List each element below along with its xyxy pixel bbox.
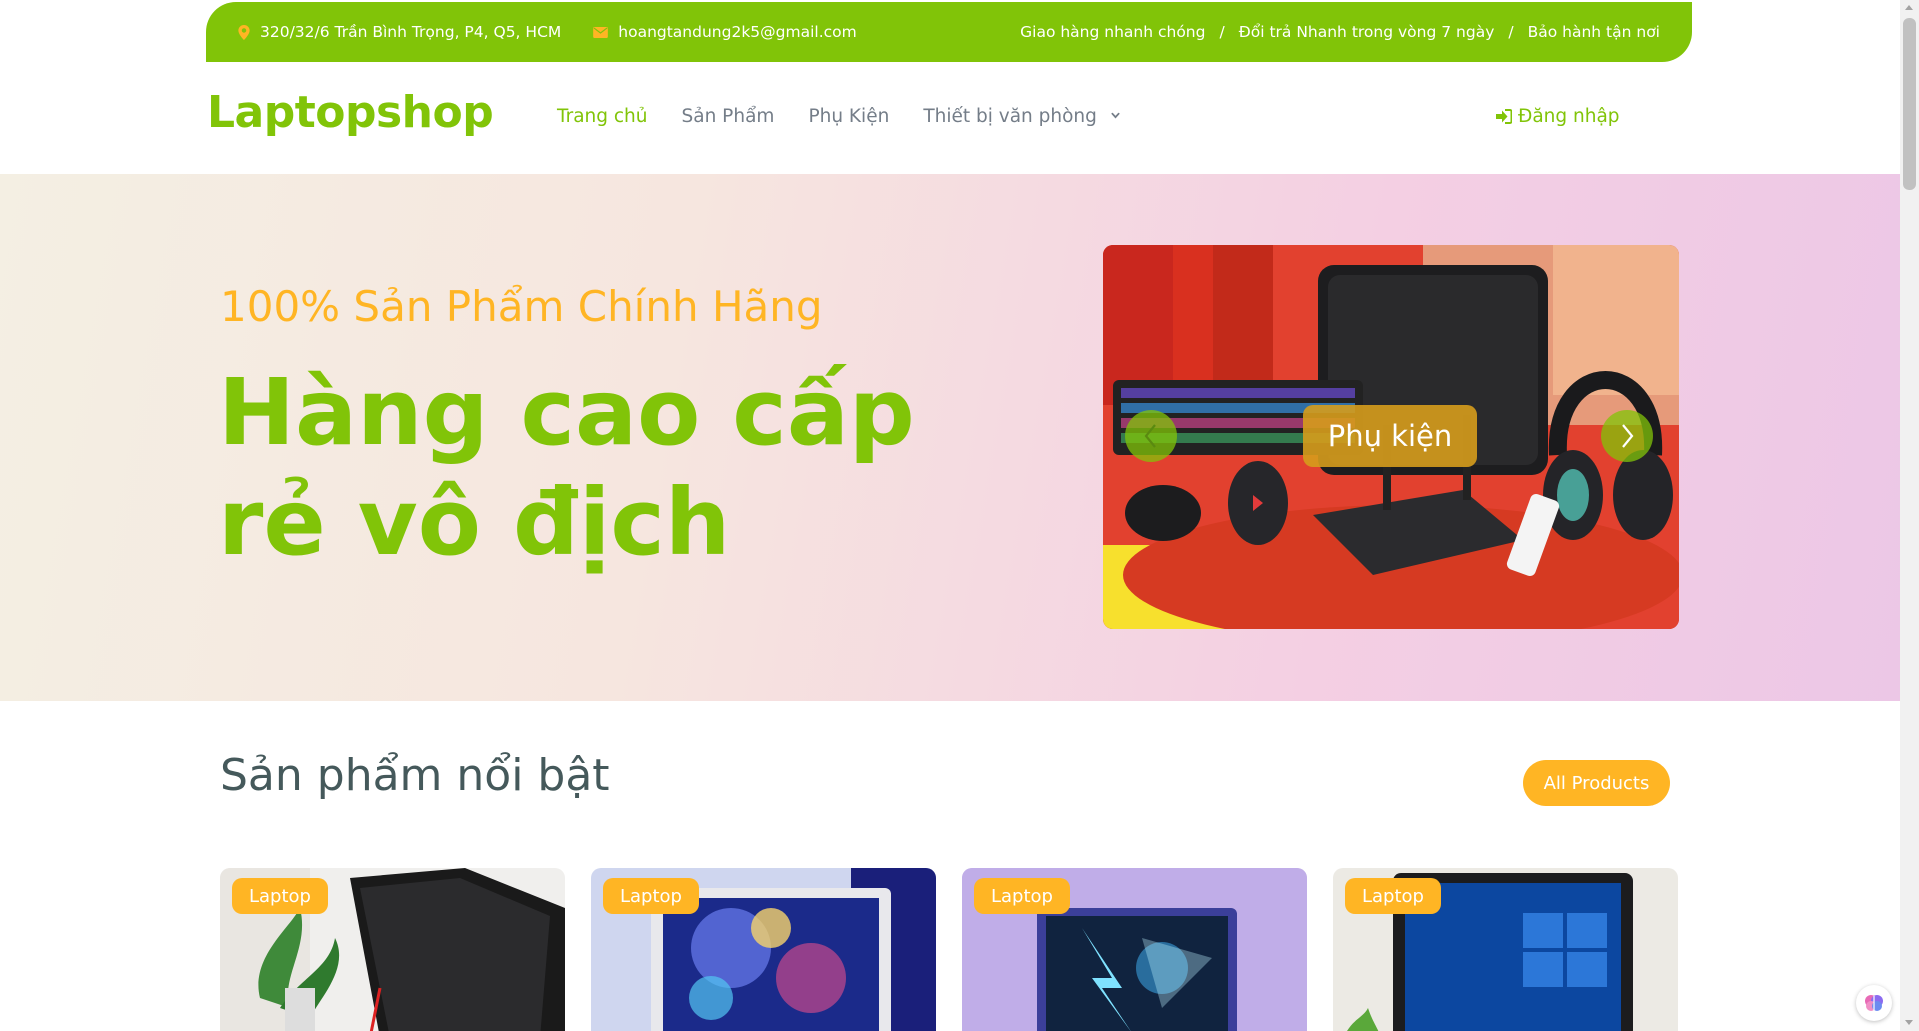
login-label: Đăng nhập	[1518, 106, 1620, 127]
address-text: 320/32/6 Trần Bình Trọng, P4, Q5, HCM	[260, 23, 562, 41]
featured-section-title: Sản phẩm nổi bật	[220, 750, 610, 801]
site-logo[interactable]: Laptopshop	[207, 87, 494, 138]
floating-assistant-button[interactable]	[1856, 985, 1892, 1021]
hero-carousel: Phụ kiện	[1103, 245, 1679, 629]
policy-separator: /	[1508, 23, 1514, 41]
email-link[interactable]: hoangtandung2k5@gmail.com	[618, 23, 856, 41]
page: 320/32/6 Trần Bình Trọng, P4, Q5, HCM ho…	[0, 0, 1919, 1031]
hero-title: Hàng cao cấp rẻ vô địch	[218, 358, 915, 578]
product-category-badge: Laptop	[1345, 878, 1441, 914]
login-link[interactable]: Đăng nhập	[1496, 106, 1620, 127]
contact-info: 320/32/6 Trần Bình Trọng, P4, Q5, HCM ho…	[238, 23, 857, 41]
carousel-slide-label[interactable]: Phụ kiện	[1303, 405, 1477, 467]
main-navbar: Laptopshop Trang chủ Sản Phẩm Phụ Kiện T…	[0, 62, 1900, 174]
nav-accessories[interactable]: Phụ Kiện	[808, 106, 889, 127]
policy-returns[interactable]: Đổi trả Nhanh trong vòng 7 ngày	[1239, 23, 1495, 41]
all-products-button[interactable]: All Products	[1523, 760, 1670, 806]
product-category-badge: Laptop	[232, 878, 328, 914]
sign-in-icon	[1496, 109, 1512, 124]
product-card[interactable]: Laptop	[1333, 868, 1678, 1031]
hero-banner: 100% Sản Phẩm Chính Hãng Hàng cao cấp rẻ…	[0, 174, 1900, 701]
product-card[interactable]: Laptop	[591, 868, 936, 1031]
product-category-badge: Laptop	[603, 878, 699, 914]
scroll-up-arrow-icon[interactable]	[1905, 5, 1913, 10]
product-card[interactable]: Laptop	[220, 868, 565, 1031]
scroll-down-arrow-icon[interactable]	[1905, 1020, 1913, 1025]
chevron-left-icon	[1144, 424, 1156, 448]
policy-separator: /	[1219, 23, 1225, 41]
nav-office-dropdown[interactable]: Thiết bị văn phòng	[923, 106, 1120, 127]
map-pin-icon	[238, 24, 250, 40]
product-card[interactable]: Laptop	[962, 868, 1307, 1031]
nav-menu: Trang chủ Sản Phẩm Phụ Kiện Thiết bị văn…	[557, 106, 1120, 127]
carousel-next-button[interactable]	[1601, 410, 1653, 462]
nav-office-label: Thiết bị văn phòng	[923, 106, 1097, 127]
page-scrollbar[interactable]	[1900, 0, 1919, 1031]
envelope-icon	[593, 26, 609, 38]
brain-icon	[1865, 995, 1883, 1011]
chevron-right-icon	[1622, 424, 1634, 448]
hero-title-line-2: rẻ vô địch	[218, 469, 731, 576]
chevron-down-icon	[1111, 112, 1120, 119]
hero-subtitle: 100% Sản Phẩm Chính Hãng	[220, 282, 823, 331]
carousel-prev-button[interactable]	[1125, 410, 1177, 462]
top-info-bar: 320/32/6 Trần Bình Trọng, P4, Q5, HCM ho…	[206, 2, 1692, 62]
policy-warranty[interactable]: Bảo hành tận nơi	[1528, 23, 1660, 41]
policy-links: Giao hàng nhanh chóng / Đổi trả Nhanh tr…	[1020, 23, 1660, 41]
product-category-badge: Laptop	[974, 878, 1070, 914]
hero-title-line-1: Hàng cao cấp	[218, 359, 915, 466]
nav-products[interactable]: Sản Phẩm	[682, 106, 775, 127]
nav-home[interactable]: Trang chủ	[557, 106, 648, 127]
policy-shipping[interactable]: Giao hàng nhanh chóng	[1020, 23, 1205, 41]
scrollbar-thumb[interactable]	[1903, 18, 1916, 190]
